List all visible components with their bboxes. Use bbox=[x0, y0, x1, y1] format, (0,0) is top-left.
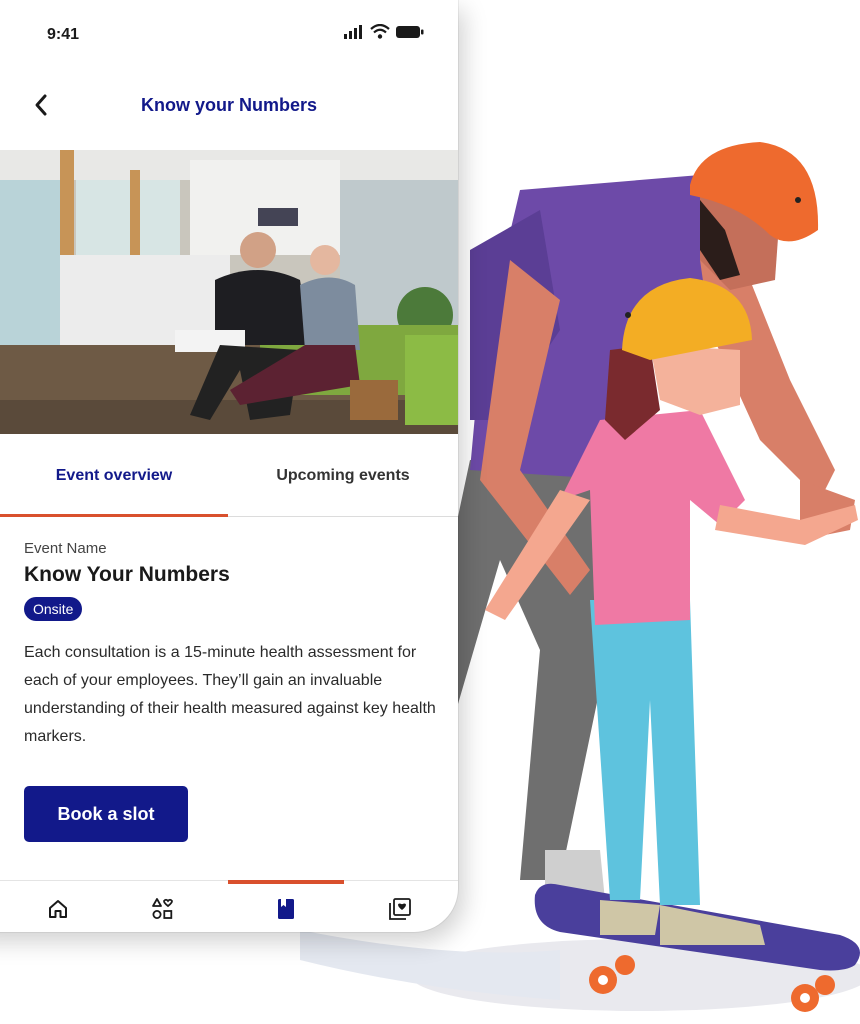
categories-icon bbox=[152, 898, 173, 919]
tab-upcoming-events[interactable]: Upcoming events bbox=[228, 436, 458, 516]
event-description: Each consultation is a 15-minute health … bbox=[24, 644, 436, 745]
app-screen: 9:41 Know your Numbers Event overview Up… bbox=[0, 0, 458, 932]
active-tab-indicator bbox=[0, 514, 228, 517]
hero-photo bbox=[0, 150, 458, 434]
event-details: Event Name Know Your Numbers Onsite Each… bbox=[24, 540, 454, 751]
status-bar: 9:41 bbox=[0, 22, 458, 50]
event-name-label: Event Name bbox=[24, 540, 107, 557]
event-name: Know Your Numbers bbox=[24, 563, 230, 586]
nav-saved[interactable] bbox=[380, 889, 420, 929]
nav-header: Know your Numbers bbox=[0, 90, 458, 124]
home-icon bbox=[49, 900, 67, 918]
status-time: 9:41 bbox=[47, 26, 80, 43]
page-title: Know your Numbers bbox=[140, 95, 318, 115]
saved-icon bbox=[389, 898, 411, 920]
bookmark-icon bbox=[278, 899, 294, 919]
book-slot-button[interactable]: Book a slot bbox=[24, 786, 188, 842]
wifi-icon bbox=[370, 24, 390, 39]
tab-bar: Event overview Upcoming events bbox=[0, 436, 458, 517]
child-legs bbox=[590, 600, 700, 905]
bottom-nav bbox=[0, 880, 458, 932]
phone-frame: 9:41 Know your Numbers Event overview Up… bbox=[0, 0, 458, 932]
status-icons bbox=[344, 24, 424, 39]
location-badge: Onsite bbox=[24, 597, 83, 621]
active-nav-indicator bbox=[228, 880, 344, 884]
battery-icon bbox=[396, 25, 424, 38]
child-arm-right bbox=[715, 505, 858, 545]
nav-bookmarks[interactable] bbox=[266, 889, 306, 929]
tab-event-overview[interactable]: Event overview bbox=[0, 436, 228, 516]
nav-home[interactable] bbox=[38, 889, 78, 929]
signal-icon bbox=[344, 24, 362, 39]
nav-categories[interactable] bbox=[143, 889, 183, 929]
